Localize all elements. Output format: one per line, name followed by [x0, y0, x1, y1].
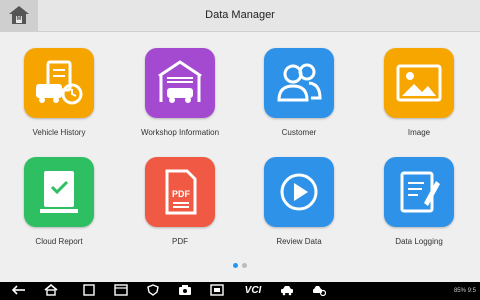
app-grid: Vehicle History Workshop Information Cus…	[0, 32, 480, 282]
customer-icon	[264, 48, 334, 118]
page-dot-2[interactable]	[242, 263, 247, 268]
car-icon[interactable]	[278, 284, 296, 298]
image-icon	[384, 48, 454, 118]
page-indicator	[0, 263, 480, 268]
app-label: Review Data	[276, 237, 322, 246]
review-data-icon	[264, 157, 334, 227]
data-logging-icon	[384, 157, 454, 227]
back-icon[interactable]	[10, 284, 28, 298]
app-workshop-information[interactable]: Workshop Information	[121, 36, 239, 137]
cloud-report-icon	[24, 157, 94, 227]
workshop-icon	[145, 48, 215, 118]
system-navbar: VCI 85% 9:5	[0, 282, 480, 300]
pdf-icon: PDF	[145, 157, 215, 227]
browser-icon[interactable]	[112, 284, 130, 298]
app-vehicle-history[interactable]: Vehicle History	[0, 36, 118, 137]
shield-icon[interactable]	[144, 284, 162, 298]
home-icon[interactable]	[42, 283, 60, 298]
page-title: Data Manager	[205, 9, 275, 21]
vehicle-history-icon	[24, 48, 94, 118]
vci-icon[interactable]: VCI	[240, 284, 266, 298]
title-bar: M Data Manager	[0, 0, 480, 32]
app-label: Vehicle History	[32, 128, 86, 137]
app-label: Data Logging	[395, 237, 443, 246]
app-review-data[interactable]: Review Data	[240, 145, 358, 246]
screenshot-icon[interactable]	[208, 284, 226, 298]
status-indicators: 85% 9:5	[453, 288, 476, 294]
app-data-logging[interactable]: Data Logging	[360, 145, 478, 246]
app-customer[interactable]: Customer	[240, 36, 358, 137]
app-label: Image	[407, 128, 431, 137]
app-label: PDF	[172, 237, 188, 246]
app-image[interactable]: Image	[360, 36, 478, 137]
camera-icon[interactable]	[176, 284, 194, 298]
app-pdf[interactable]: PDF PDF	[121, 145, 239, 246]
app-label: Workshop Information	[140, 128, 220, 137]
app-label: Cloud Report	[35, 237, 83, 246]
app-label: Customer	[281, 128, 317, 137]
svg-text:PDF: PDF	[172, 189, 191, 199]
recent-apps-icon[interactable]	[80, 284, 98, 298]
app-cloud-report[interactable]: Cloud Report	[0, 145, 118, 246]
page-dot-1[interactable]	[233, 263, 238, 268]
car-settings-icon[interactable]	[310, 284, 328, 298]
